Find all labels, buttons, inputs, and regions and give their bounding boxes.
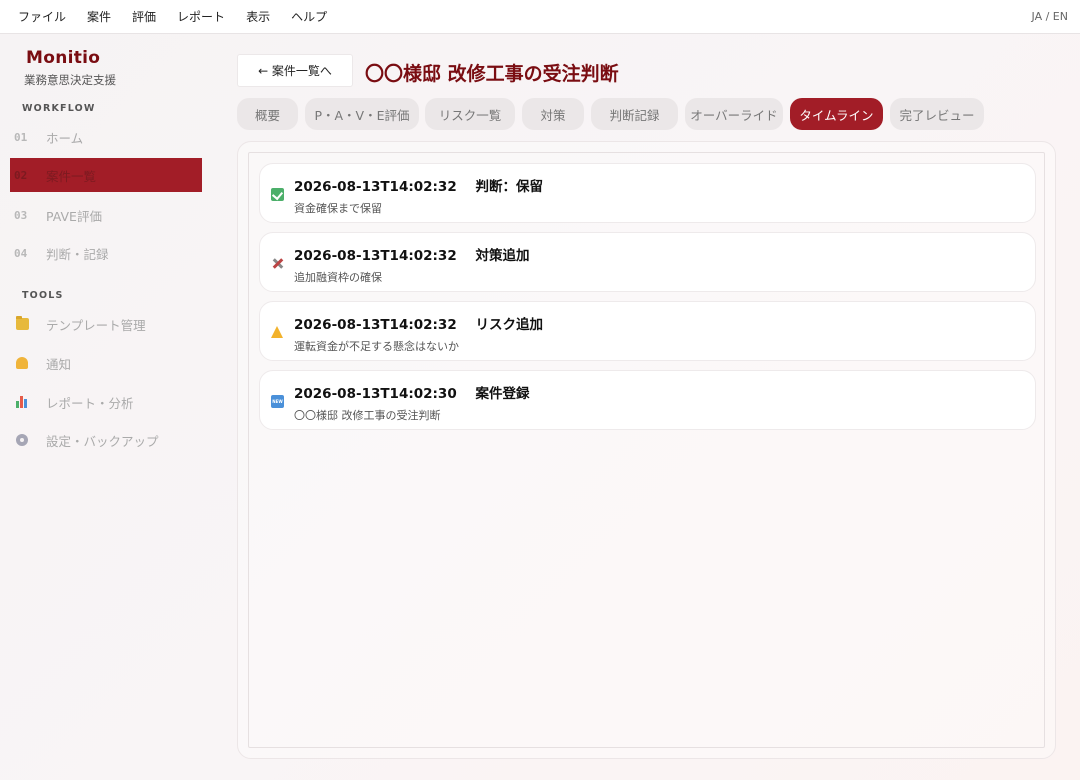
gear-icon bbox=[16, 434, 28, 446]
tools-icon bbox=[271, 257, 284, 270]
page-title: 〇〇様邸 改修工事の受注判断 bbox=[365, 63, 619, 85]
event-label: リスク追加 bbox=[475, 317, 544, 333]
event-label: 判断：保留 bbox=[475, 179, 544, 195]
sidebar: Monitio 業務意思決定支援 WORKFLOW 01 ホーム 02 案件一覧… bbox=[0, 34, 212, 780]
tab-pave[interactable]: P・A・V・E評価 bbox=[305, 98, 419, 130]
timeline-list: 2026-08-13T14:02:32 判断：保留 資金確保まで保留 2026-… bbox=[248, 152, 1045, 748]
tab-countermeasures[interactable]: 対策 bbox=[522, 98, 584, 130]
check-icon bbox=[271, 188, 284, 201]
tab-override[interactable]: オーバーライド bbox=[685, 98, 783, 130]
nav-label: テンプレート管理 bbox=[46, 317, 146, 333]
brand-subtitle: 業務意思決定支援 bbox=[24, 73, 116, 87]
menu-report[interactable]: レポート bbox=[177, 8, 225, 25]
folder-icon bbox=[16, 316, 29, 330]
nav-number: 02 bbox=[14, 168, 28, 182]
back-to-case-list-button[interactable]: ← 案件一覧へ bbox=[237, 54, 353, 87]
timeline-entry-header: 2026-08-13T14:02:32 対策追加 bbox=[294, 244, 530, 264]
menu-view[interactable]: 表示 bbox=[246, 8, 270, 25]
timestamp: 2026-08-13T14:02:30 bbox=[294, 386, 457, 402]
workflow-section-label: WORKFLOW bbox=[22, 103, 96, 114]
nav-number: 03 bbox=[14, 208, 28, 222]
sidebar-item-case-list[interactable]: 02 案件一覧 bbox=[10, 158, 202, 192]
timeline-entry-header: 2026-08-13T14:02:32 リスク追加 bbox=[294, 313, 543, 333]
sidebar-item-decision[interactable]: 04 判断・記録 bbox=[10, 236, 202, 270]
sidebar-item-notifications[interactable]: 通知 bbox=[10, 346, 202, 380]
timeline-panel: 2026-08-13T14:02:32 判断：保留 資金確保まで保留 2026-… bbox=[237, 141, 1056, 759]
event-label: 対策追加 bbox=[475, 248, 530, 264]
timeline-entry-header: 2026-08-13T14:02:32 判断：保留 bbox=[294, 175, 543, 195]
menu-bar: ファイル 案件 評価 レポート 表示 ヘルプ JA / EN bbox=[0, 0, 1080, 34]
menu-file[interactable]: ファイル bbox=[18, 8, 66, 25]
timeline-entry: 2026-08-13T14:02:32 判断：保留 資金確保まで保留 bbox=[259, 163, 1036, 223]
sidebar-item-home[interactable]: 01 ホーム bbox=[10, 120, 202, 154]
nav-label: レポート・分析 bbox=[46, 395, 134, 411]
nav-label: PAVE評価 bbox=[46, 208, 102, 224]
tab-overview[interactable]: 概要 bbox=[237, 98, 298, 130]
timeline-entry-detail: 〇〇様邸 改修工事の受注判断 bbox=[294, 409, 441, 422]
nav-number: 04 bbox=[14, 246, 28, 260]
language-switch[interactable]: JA / EN bbox=[1032, 10, 1068, 23]
event-label: 案件登録 bbox=[475, 386, 530, 402]
nav-label: 判断・記録 bbox=[46, 246, 109, 262]
menu-help[interactable]: ヘルプ bbox=[291, 8, 327, 25]
tab-risk-list[interactable]: リスク一覧 bbox=[425, 98, 515, 130]
sidebar-item-pave[interactable]: 03 PAVE評価 bbox=[10, 198, 202, 232]
timeline-entry-detail: 資金確保まで保留 bbox=[294, 202, 382, 215]
nav-label: 通知 bbox=[46, 356, 72, 372]
tab-decision-log[interactable]: 判断記録 bbox=[591, 98, 678, 130]
timeline-entry-header: 2026-08-13T14:02:30 案件登録 bbox=[294, 382, 530, 402]
menu-evaluation[interactable]: 評価 bbox=[132, 8, 156, 25]
timestamp: 2026-08-13T14:02:32 bbox=[294, 317, 457, 333]
timeline-entry: NEW 2026-08-13T14:02:30 案件登録 〇〇様邸 改修工事の受… bbox=[259, 370, 1036, 430]
timestamp: 2026-08-13T14:02:32 bbox=[294, 248, 457, 264]
sidebar-item-reports[interactable]: レポート・分析 bbox=[10, 385, 202, 419]
warning-icon bbox=[271, 326, 283, 338]
timeline-entry-detail: 追加融資枠の確保 bbox=[294, 271, 382, 284]
sidebar-item-templates[interactable]: テンプレート管理 bbox=[10, 307, 202, 341]
timeline-entry: 2026-08-13T14:02:32 対策追加 追加融資枠の確保 bbox=[259, 232, 1036, 292]
timeline-entry-detail: 運転資金が不足する懸念はないか bbox=[294, 340, 459, 353]
bar-chart-icon bbox=[16, 396, 29, 408]
nav-label: 設定・バックアップ bbox=[46, 433, 159, 449]
tools-section-label: TOOLS bbox=[22, 290, 64, 301]
tab-timeline[interactable]: タイムライン bbox=[790, 98, 883, 130]
tab-completion-review[interactable]: 完了レビュー bbox=[890, 98, 984, 130]
timestamp: 2026-08-13T14:02:32 bbox=[294, 179, 457, 195]
brand-logo: Monitio bbox=[26, 48, 101, 68]
nav-number: 01 bbox=[14, 130, 28, 144]
menu-case[interactable]: 案件 bbox=[87, 8, 111, 25]
nav-label: ホーム bbox=[46, 130, 84, 146]
timeline-entry: 2026-08-13T14:02:32 リスク追加 運転資金が不足する懸念はない… bbox=[259, 301, 1036, 361]
nav-label: 案件一覧 bbox=[46, 168, 97, 184]
sidebar-item-settings[interactable]: 設定・バックアップ bbox=[10, 423, 202, 457]
new-icon: NEW bbox=[271, 395, 284, 408]
bell-icon bbox=[16, 357, 28, 369]
